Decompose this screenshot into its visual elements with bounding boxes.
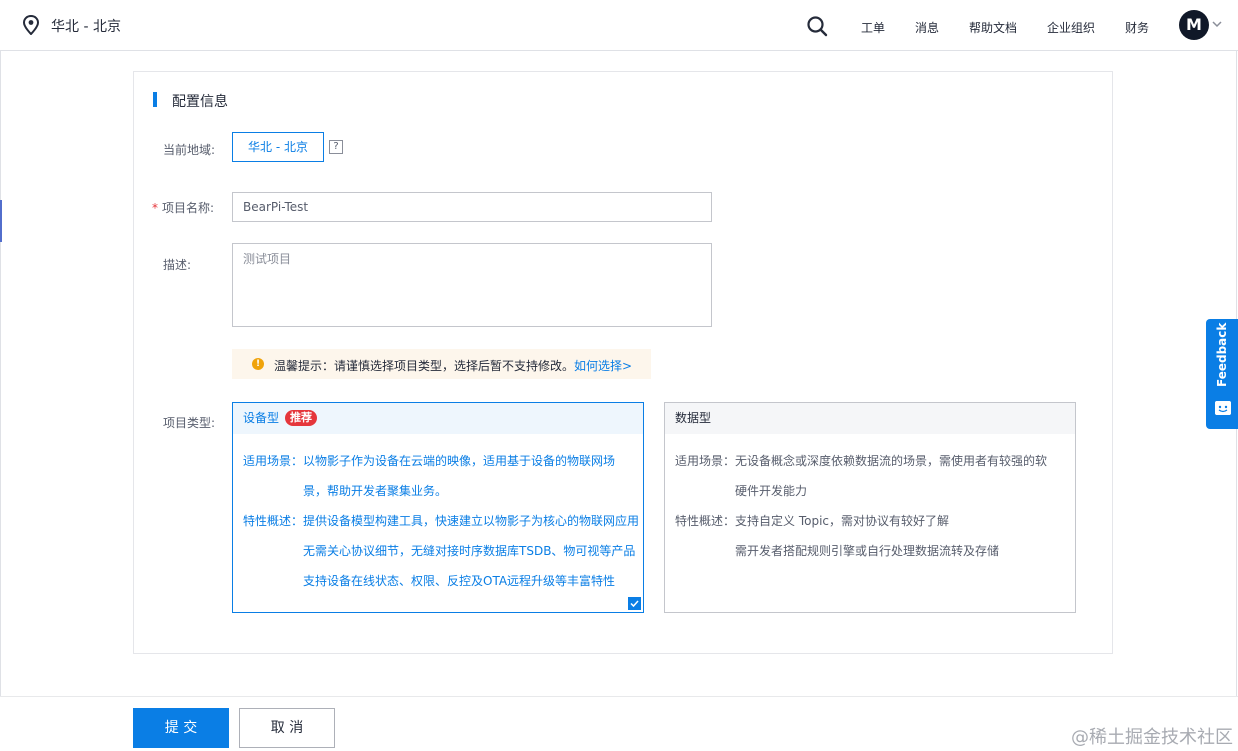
project-name-label-text: 项目名称:: [162, 201, 215, 215]
type-line: 硬件开发能力: [735, 484, 808, 498]
required-mark: *: [152, 201, 158, 215]
nav-ticket[interactable]: 工单: [861, 19, 885, 36]
cancel-button[interactable]: 取 消: [239, 708, 335, 748]
type-card-header: 设备型 推荐: [233, 403, 643, 434]
nav-finance[interactable]: 财务: [1125, 19, 1149, 36]
help-icon[interactable]: ?: [329, 140, 343, 154]
type-line: 特性概述：支持自定义 Topic，需对协议有较好了解: [675, 514, 949, 528]
section-title-marker: [153, 92, 157, 107]
project-type-label: 项目类型:: [163, 416, 216, 430]
type-line: 支持设备在线状态、权限、反控及OTA远程升级等丰富特性: [303, 574, 616, 588]
type-card-data[interactable]: 数据型 适用场景：无设备概念或深度依赖数据流的场景，需使用者有较强的软 硬件开发…: [664, 402, 1076, 613]
type-line: 需开发者搭配规则引擎或自行处理数据流转及存储: [735, 544, 1000, 558]
submit-button[interactable]: 提 交: [133, 708, 229, 748]
watermark: @稀土掘金技术社区: [1071, 727, 1233, 748]
project-name-input[interactable]: BearPi-Test: [232, 192, 712, 222]
location-pin-icon[interactable]: [22, 15, 40, 35]
type-line: 适用场景：无设备概念或深度依赖数据流的场景，需使用者有较强的软: [675, 454, 1048, 468]
nav-messages[interactable]: 消息: [915, 19, 939, 36]
type-card-device[interactable]: 设备型 推荐 适用场景：以物影子作为设备在云端的映像，适用基于设备的物联网场 景，…: [232, 402, 644, 613]
search-icon[interactable]: [806, 15, 828, 37]
feedback-icon: [1215, 401, 1231, 415]
recommend-badge: 推荐: [285, 410, 318, 426]
chevron-down-icon[interactable]: [1212, 20, 1222, 28]
description-textarea[interactable]: 测试项目: [232, 243, 712, 327]
section-title: 配置信息: [172, 94, 228, 110]
check-icon: [628, 597, 641, 610]
region-button[interactable]: 华北 - 北京: [232, 132, 324, 162]
type-line: 无需关心协议细节，无缝对接时序数据库TSDB、物可视等产品: [303, 544, 636, 558]
nav-help-docs[interactable]: 帮助文档: [969, 19, 1017, 36]
type-title: 数据型: [675, 411, 712, 425]
region-label: 当前地域:: [163, 143, 216, 157]
feedback-label: Feedback: [1215, 322, 1229, 387]
type-title: 设备型: [243, 411, 280, 425]
top-bar: 华北 - 北京 工单 消息 帮助文档 企业组织 财务 M: [0, 0, 1238, 51]
description-label: 描述:: [163, 258, 192, 272]
type-line: 景，帮助开发者聚集业务。: [303, 484, 448, 498]
how-to-choose-link[interactable]: 如何选择>: [574, 359, 632, 373]
left-divider: [0, 51, 1, 696]
type-card-header: 数据型: [665, 403, 1075, 434]
tip-text: 温馨提示：请谨慎选择项目类型，选择后暂不支持修改。如何选择>: [274, 357, 632, 374]
project-name-label: * 项目名称:: [152, 199, 214, 216]
region-selector[interactable]: 华北 - 北京: [51, 16, 121, 36]
type-line: 特性概述：提供设备模型构建工具，快速建立以物影子为核心的物联网应用: [243, 514, 640, 528]
left-active-indicator: [0, 200, 2, 242]
tip-message: 温馨提示：请谨慎选择项目类型，选择后暂不支持修改。: [274, 359, 575, 373]
type-line: 适用场景：以物影子作为设备在云端的映像，适用基于设备的物联网场: [243, 454, 616, 468]
warning-tip: ! 温馨提示：请谨慎选择项目类型，选择后暂不支持修改。如何选择>: [232, 349, 651, 379]
warning-icon: !: [252, 358, 264, 370]
feedback-tab[interactable]: Feedback: [1206, 319, 1238, 429]
avatar[interactable]: M: [1179, 10, 1209, 40]
nav-enterprise[interactable]: 企业组织: [1047, 19, 1095, 36]
